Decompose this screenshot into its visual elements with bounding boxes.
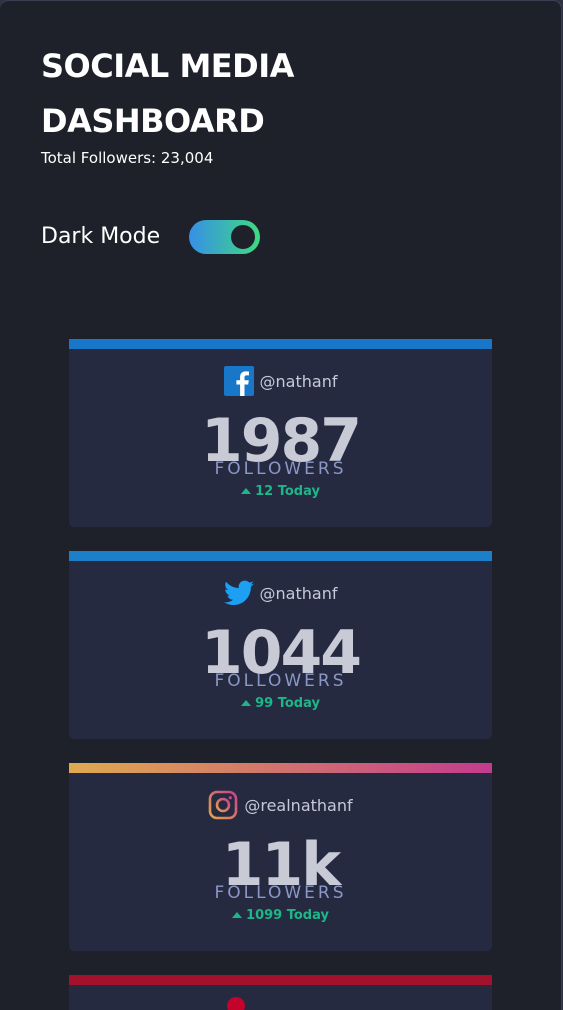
total-followers: Total Followers: 23,004 <box>41 148 213 168</box>
instagram-today-change: 1099 Today <box>69 908 492 924</box>
instagram-card[interactable]: @realnathanf 11k FOLLOWERS 1099 Today <box>69 763 492 951</box>
facebook-icon <box>223 366 254 396</box>
facebook-handle[interactable]: @nathanf <box>260 372 338 391</box>
youtube-icon <box>227 997 245 1010</box>
facebook-accent-bar <box>69 339 492 349</box>
twitter-today-change: 99 Today <box>69 696 492 712</box>
dashboard-page: SOCIAL MEDIA DASHBOARD Total Followers: … <box>0 0 562 1010</box>
twitter-followers-label: FOLLOWERS <box>214 671 347 691</box>
facebook-card[interactable]: @nathanf 1987 FOLLOWERS 12 Today <box>69 339 492 527</box>
twitter-accent-bar <box>69 551 492 561</box>
facebook-today-text: 12 Today <box>255 484 320 499</box>
toggle-knob[interactable] <box>231 225 255 249</box>
dark-mode-label: Dark Mode <box>41 224 161 249</box>
twitter-handle[interactable]: @nathanf <box>260 584 338 603</box>
youtube-accent-bar <box>69 975 492 985</box>
page-title: SOCIAL MEDIA DASHBOARD <box>41 47 294 140</box>
instagram-today-text: 1099 Today <box>246 908 329 923</box>
total-followers-label: Total Followers: <box>41 149 161 167</box>
twitter-card[interactable]: @nathanf 1044 FOLLOWERS 99 Today <box>69 551 492 739</box>
facebook-handle-row: @nathanf <box>69 365 492 397</box>
instagram-handle-row: @realnathanf <box>69 789 492 821</box>
total-followers-value: 23,004 <box>160 149 214 167</box>
dark-mode-toggle[interactable] <box>189 220 260 254</box>
twitter-handle-row: @nathanf <box>69 577 492 609</box>
up-arrow-icon <box>241 488 252 494</box>
instagram-icon <box>208 790 238 820</box>
instagram-handle[interactable]: @realnathanf <box>244 796 352 815</box>
instagram-followers-label: FOLLOWERS <box>214 883 347 903</box>
twitter-icon <box>223 578 254 608</box>
youtube-card[interactable] <box>69 975 492 1010</box>
up-arrow-icon <box>241 700 252 706</box>
facebook-followers-label: FOLLOWERS <box>214 459 347 479</box>
instagram-accent-bar <box>69 763 492 773</box>
twitter-today-text: 99 Today <box>255 696 320 711</box>
facebook-today-change: 12 Today <box>69 484 492 500</box>
up-arrow-icon <box>232 912 243 918</box>
